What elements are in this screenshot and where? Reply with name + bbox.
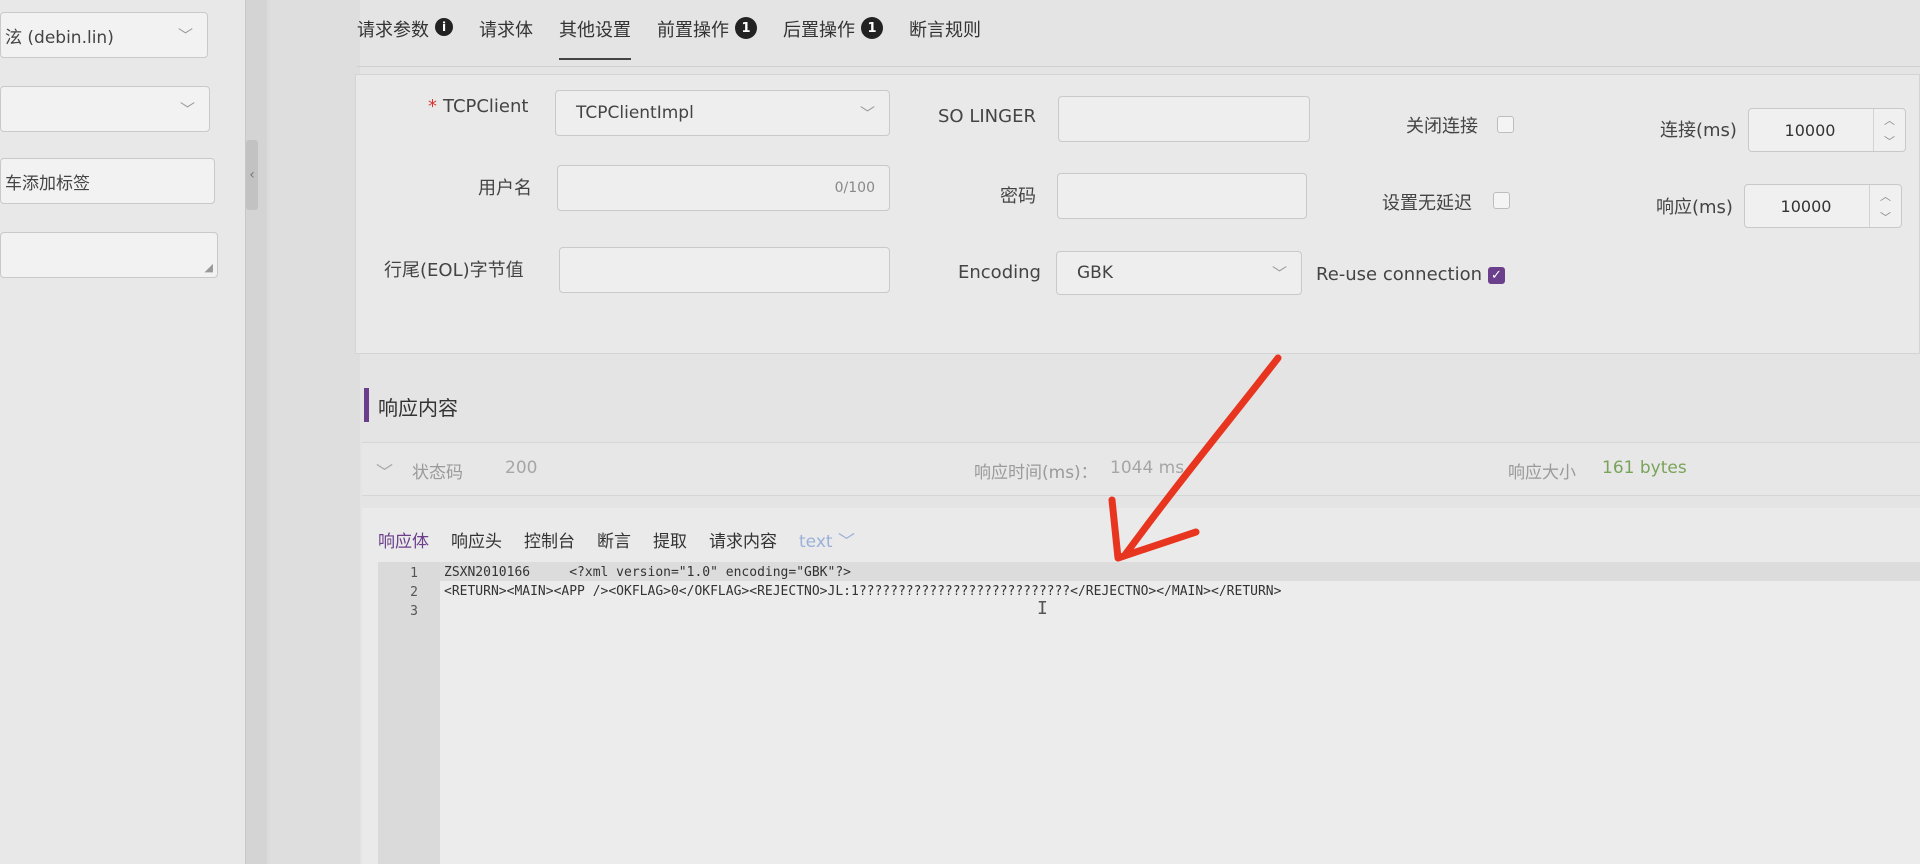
- tab-request-content[interactable]: 请求内容: [709, 527, 777, 552]
- no-delay-label: 设置无延迟: [1382, 193, 1472, 214]
- response-timeout-input[interactable]: 10000 ︿ ﹀: [1744, 184, 1902, 228]
- username-label: 用户名: [478, 178, 532, 199]
- chevron-down-icon: ﹀: [1271, 264, 1287, 283]
- response-time-label: 响应时间(ms)：: [974, 463, 1098, 483]
- username-input[interactable]: 0/100: [557, 165, 890, 211]
- tcpclient-select[interactable]: TCPClientImpl ﹀: [555, 90, 890, 136]
- left-sidebar: 泫 (debin.lin) ﹀ ﹀ 车添加标签 ◢: [0, 0, 245, 864]
- description-textarea[interactable]: ◢: [0, 232, 218, 278]
- chevron-down-icon: ﹀: [837, 532, 855, 552]
- tab-console[interactable]: 控制台: [524, 527, 575, 552]
- code-line: <RETURN><MAIN><APP /><OKFLAG>0</OKFLAG><…: [444, 584, 1282, 599]
- tcpclient-label: * TCPClient: [428, 96, 528, 117]
- code-line: ZSXN2010166 <?xml version="1.0" encoding…: [444, 565, 851, 580]
- secondary-select[interactable]: ﹀: [0, 86, 210, 132]
- response-status-row[interactable]: ﹀ 状态码 200 响应时间(ms)： 1044 ms 响应大小 161 byt…: [362, 442, 1920, 496]
- tab-label: 其他设置: [559, 20, 631, 41]
- response-size-label: 响应大小: [1508, 463, 1576, 483]
- tab-label: 请求体: [479, 20, 533, 41]
- tab-label: 前置操作: [657, 20, 729, 41]
- tab-response-headers[interactable]: 响应头: [451, 527, 502, 552]
- line-number: 3: [410, 604, 418, 619]
- so-linger-label: SO LINGER: [938, 106, 1036, 127]
- tab-label: 断言规则: [909, 20, 981, 41]
- status-code-value: 200: [505, 458, 538, 478]
- response-timeout-label: 响应(ms): [1656, 197, 1733, 218]
- tab-label: 请求参数: [357, 20, 429, 41]
- line-number: 1: [410, 566, 418, 581]
- reuse-connection-label: Re-use connection: [1316, 264, 1483, 285]
- response-tabs: 响应体 响应头 控制台 断言 提取 请求内容 text ﹀: [378, 527, 877, 552]
- count-badge: 1: [735, 17, 757, 39]
- response-section-title: 响应内容: [378, 396, 458, 420]
- tab-response-body[interactable]: 响应体: [378, 527, 429, 552]
- number-stepper[interactable]: ︿ ﹀: [1869, 185, 1901, 227]
- line-number: 2: [410, 585, 418, 600]
- connect-timeout-input[interactable]: 10000 ︿ ﹀: [1748, 108, 1906, 152]
- chevron-down-icon[interactable]: ﹀: [1884, 133, 1895, 149]
- format-select[interactable]: text ﹀: [799, 527, 855, 552]
- tab-pre-operations[interactable]: 前置操作 1: [657, 8, 757, 60]
- chevron-down-icon: ﹀: [859, 104, 875, 123]
- env-select-value: 泫 (debin.lin): [5, 27, 114, 48]
- response-time-value: 1044 ms: [1110, 458, 1185, 478]
- password-input[interactable]: [1057, 173, 1307, 219]
- request-tabs: 请求参数 i 请求体 其他设置 前置操作 1 后置操作 1 断言规则: [357, 8, 1007, 60]
- tag-input-value: 车添加标签: [5, 173, 90, 194]
- response-timeout-value: 10000: [1780, 196, 1832, 216]
- tab-other-settings[interactable]: 其他设置: [559, 8, 631, 60]
- chevron-down-icon: ﹀: [177, 26, 193, 45]
- reuse-connection-checkbox[interactable]: ✓: [1488, 267, 1505, 284]
- response-body-editor[interactable]: [378, 562, 1920, 864]
- tab-request-body[interactable]: 请求体: [479, 8, 533, 60]
- info-icon: i: [435, 18, 453, 36]
- character-counter: 0/100: [834, 180, 875, 196]
- check-icon: ✓: [1491, 268, 1502, 283]
- chevron-down-icon[interactable]: ﹀: [1880, 209, 1891, 225]
- close-connection-checkbox[interactable]: [1497, 116, 1514, 133]
- tcpclient-select-value: TCPClientImpl: [576, 103, 694, 123]
- section-accent-bar: [364, 388, 369, 422]
- main-gutter: [270, 0, 360, 864]
- chevron-up-icon[interactable]: ︿: [1880, 188, 1891, 204]
- tag-input[interactable]: 车添加标签: [0, 158, 215, 204]
- tab-divider: [357, 66, 1920, 67]
- resize-grip-icon[interactable]: ◢: [205, 261, 213, 274]
- required-mark: *: [428, 96, 437, 117]
- panel-splitter[interactable]: [245, 0, 267, 864]
- tab-assertions[interactable]: 断言: [597, 527, 631, 552]
- chevron-left-icon: ‹: [249, 167, 255, 183]
- so-linger-input[interactable]: [1058, 96, 1310, 142]
- tab-assertion-rules[interactable]: 断言规则: [909, 8, 981, 60]
- no-delay-checkbox[interactable]: [1493, 192, 1510, 209]
- connect-timeout-label: 连接(ms): [1660, 120, 1737, 141]
- status-code-label: 状态码: [412, 463, 463, 483]
- encoding-select-value: GBK: [1077, 263, 1113, 283]
- chevron-up-icon[interactable]: ︿: [1884, 112, 1895, 128]
- eol-input[interactable]: [559, 247, 890, 293]
- collapse-chevron-icon[interactable]: ﹀: [376, 458, 393, 483]
- encoding-label: Encoding: [958, 262, 1041, 283]
- tab-post-operations[interactable]: 后置操作 1: [783, 8, 883, 60]
- password-label: 密码: [1000, 186, 1036, 207]
- encoding-select[interactable]: GBK ﹀: [1056, 251, 1302, 295]
- tab-extract[interactable]: 提取: [653, 527, 687, 552]
- text-cursor-icon: I: [1037, 598, 1048, 619]
- tab-request-params[interactable]: 请求参数 i: [357, 8, 453, 60]
- collapse-handle[interactable]: ‹: [246, 140, 258, 210]
- count-badge: 1: [861, 17, 883, 39]
- tcpclient-label-text: TCPClient: [443, 96, 529, 117]
- number-stepper[interactable]: ︿ ﹀: [1873, 109, 1905, 151]
- format-select-value: text: [799, 532, 833, 552]
- env-select[interactable]: 泫 (debin.lin) ﹀: [0, 12, 208, 58]
- response-size-value: 161 bytes: [1602, 458, 1687, 478]
- eol-label: 行尾(EOL)字节值: [384, 260, 524, 281]
- close-connection-label: 关闭连接: [1406, 116, 1478, 137]
- chevron-down-icon: ﹀: [179, 100, 195, 119]
- tab-label: 后置操作: [783, 20, 855, 41]
- connect-timeout-value: 10000: [1784, 120, 1836, 140]
